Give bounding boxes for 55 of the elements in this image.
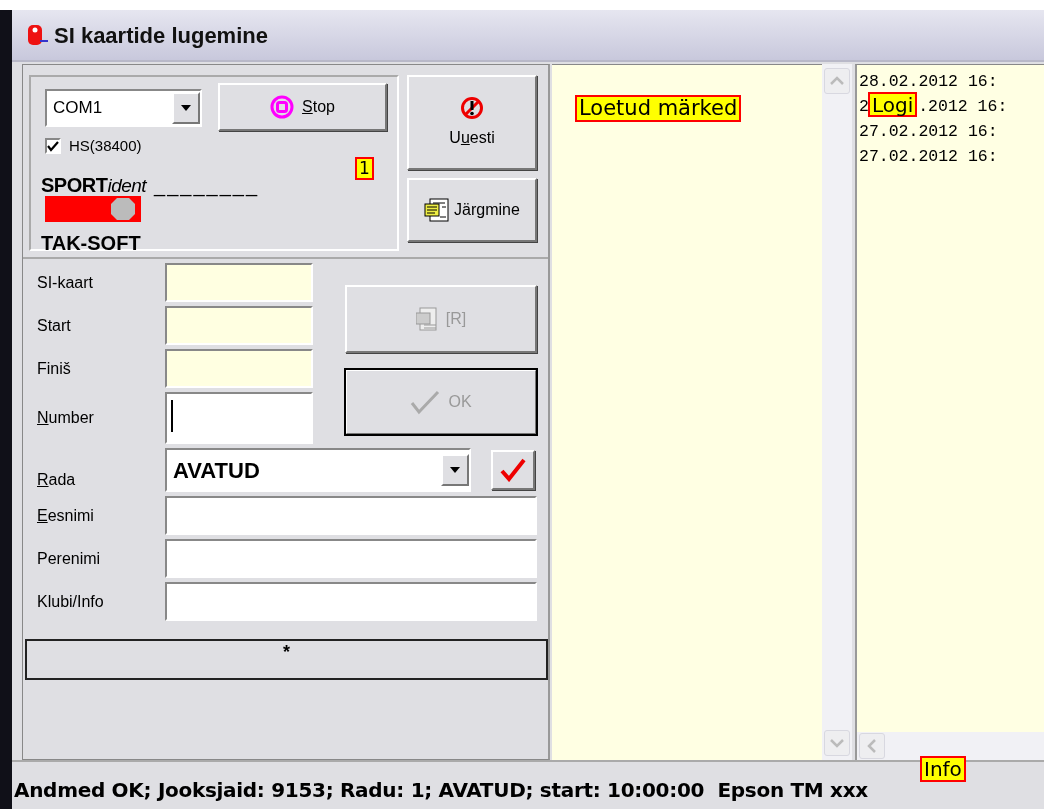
input-field[interactable] (165, 263, 313, 302)
action-button: [R] (345, 285, 537, 353)
field-label: Rada (37, 470, 77, 490)
course-dropdown[interactable]: AVATUD (165, 448, 471, 492)
input-field[interactable] (165, 392, 313, 444)
field-label: Klubi/Info (37, 591, 105, 612)
vertical-scrollbar[interactable] (822, 64, 852, 760)
field-label: Eesnimi (37, 505, 95, 526)
input-field[interactable] (165, 582, 537, 621)
field-label: Number (37, 408, 95, 428)
document-icon (415, 307, 438, 331)
check-icon (47, 140, 59, 152)
scroll-down-icon (830, 738, 844, 748)
target-icon (270, 95, 295, 119)
logo-text: SPORTident (41, 172, 147, 198)
hs-checkbox[interactable] (45, 138, 61, 155)
field-label: SI-kaart (37, 272, 94, 293)
callout-label: Loetud märked (575, 95, 742, 122)
action-button[interactable]: Uuesti (407, 75, 537, 170)
action-button[interactable]: Järgmine (407, 178, 537, 242)
check-icon (500, 458, 526, 482)
confirm-button[interactable] (491, 450, 535, 490)
app-icon (26, 24, 48, 46)
checkbox-label: HS(38400) (69, 136, 142, 156)
log-line: 28.02.2012 16: (859, 71, 998, 93)
dropdown-arrow-icon (180, 104, 192, 112)
stop-button[interactable]: Stop (218, 83, 387, 131)
input-field[interactable] (165, 539, 537, 578)
dropdown-arrow-icon (449, 466, 461, 474)
check-icon (410, 389, 441, 415)
input-field[interactable] (165, 496, 537, 535)
port-dropdown[interactable]: COM1 (45, 89, 202, 127)
scroll-up-icon (830, 76, 844, 86)
input-field[interactable] (165, 349, 313, 388)
blank-line: ________ (154, 172, 260, 199)
field-label: Perenimi (37, 548, 102, 569)
action-button: OK (345, 369, 537, 435)
input-field[interactable] (165, 306, 313, 345)
log-line: 2 (859, 96, 869, 118)
field-label: Finiš (37, 358, 72, 379)
no-entry-icon (460, 95, 484, 120)
field-label: Start (37, 315, 72, 336)
status-strip: * (25, 639, 548, 680)
callout-label: Info (920, 756, 966, 782)
scroll-left-icon (867, 739, 877, 753)
callout-label: Logi (867, 92, 918, 117)
status-text: Andmed OK; Jooksjaid: 9153; Radu: 1; AVATUD; start: 10:00:00 Epson TM xxx (14, 777, 868, 804)
window-title: SI kaartide lugemine (54, 21, 268, 50)
callout-label: 1 (355, 157, 374, 180)
horizontal-scrollbar[interactable] (857, 732, 1044, 760)
log-line: 27.02.2012 16: (859, 146, 998, 168)
logo-text: TAK-SOFT (41, 231, 142, 256)
log-line: .2012 16: (918, 96, 1008, 118)
log-line: 27.02.2012 16: (859, 121, 998, 143)
document-icon (424, 197, 451, 223)
